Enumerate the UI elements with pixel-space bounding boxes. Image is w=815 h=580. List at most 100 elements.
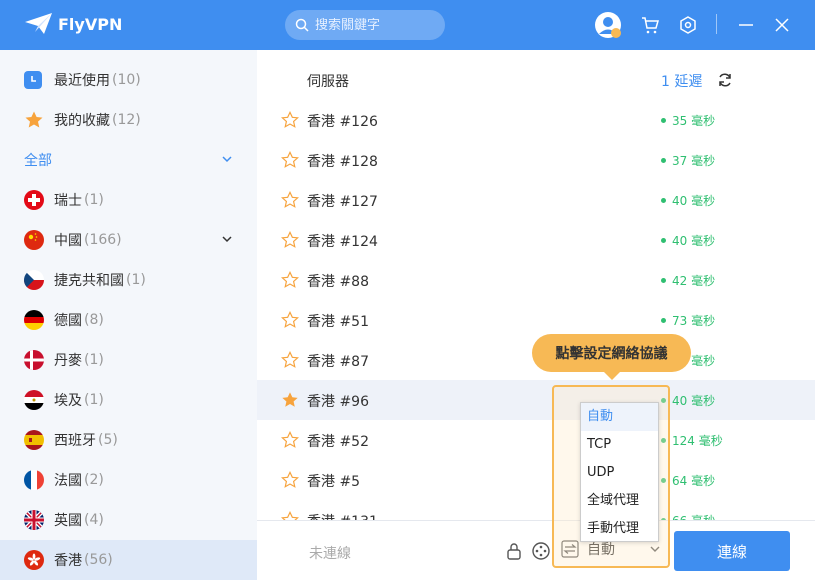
server-row[interactable]: 香港 #5 64 毫秒	[257, 460, 815, 500]
sidebar-item-count: (166)	[84, 232, 122, 248]
server-row[interactable]: 香港 #127 40 毫秒	[257, 180, 815, 220]
egypt-flag-icon	[24, 390, 44, 410]
sidebar-item-label: 丹麥	[54, 353, 82, 369]
dropdown-option-tcp[interactable]: TCP	[581, 431, 658, 459]
dropdown-option-auto[interactable]: 自動	[581, 403, 658, 431]
server-latency: 73 毫秒	[661, 312, 715, 329]
server-name: 香港 #88	[307, 274, 369, 290]
close-button[interactable]	[770, 13, 794, 37]
star-outline-icon[interactable]	[281, 271, 299, 289]
sidebar-item-count: (4)	[84, 512, 104, 528]
star-outline-icon[interactable]	[281, 191, 299, 209]
sidebar-item-count: (1)	[84, 392, 104, 408]
app-logo: FlyVPN	[24, 12, 122, 36]
server-name: 香港 #124	[307, 234, 378, 250]
close-icon	[775, 18, 789, 32]
star-filled-icon[interactable]	[281, 391, 299, 409]
star-outline-icon[interactable]	[281, 511, 299, 520]
sidebar-item-china[interactable]: 中國 (166)	[0, 220, 257, 260]
star-outline-icon[interactable]	[281, 151, 299, 169]
star-outline-icon[interactable]	[281, 111, 299, 129]
minimize-button[interactable]	[734, 13, 758, 37]
server-name: 香港 #128	[307, 154, 378, 170]
server-row[interactable]: 香港 #131 66 毫秒	[257, 500, 815, 520]
sidebar-item-hongkong[interactable]: 香港 (56)	[0, 540, 257, 580]
switzerland-flag-icon	[24, 190, 44, 210]
sidebar-item-egypt[interactable]: 埃及 (1)	[0, 380, 257, 420]
settings-button[interactable]	[676, 13, 700, 37]
server-name: 香港 #5	[307, 474, 361, 490]
connect-button[interactable]: 連線	[674, 531, 790, 571]
sidebar-item-recent[interactable]: 最近使用 (10)	[0, 60, 257, 100]
sidebar-item-spain[interactable]: 西班牙 (5)	[0, 420, 257, 460]
sidebar-item-label: 西班牙	[54, 433, 96, 449]
protocol-dropdown: 自動 TCP UDP 全域代理 手動代理	[580, 402, 659, 542]
sidebar-item-count: (8)	[84, 312, 104, 328]
sidebar-item-switzerland[interactable]: 瑞士 (1)	[0, 180, 257, 220]
server-row[interactable]: 香港 #51 73 毫秒	[257, 300, 815, 340]
denmark-flag-icon	[24, 350, 44, 370]
sidebar-item-count: (5)	[98, 432, 118, 448]
sidebar-item-count: (56)	[84, 552, 113, 568]
gear-icon	[680, 16, 696, 34]
server-row[interactable]: 香港 #52 124 毫秒	[257, 420, 815, 460]
server-name: 香港 #127	[307, 194, 378, 210]
paper-plane-icon	[25, 13, 52, 34]
chevron-down-icon[interactable]	[221, 153, 233, 165]
search-input[interactable]	[315, 17, 433, 33]
sidebar-item-czech[interactable]: 捷克共和國 (1)	[0, 260, 257, 300]
sidebar-item-germany[interactable]: 德國 (8)	[0, 300, 257, 340]
server-row-selected[interactable]: 香港 #96 40 毫秒	[257, 380, 815, 420]
cart-icon	[642, 17, 659, 34]
star-outline-icon[interactable]	[281, 471, 299, 489]
china-flag-icon	[24, 230, 44, 250]
sidebar-item-favorites[interactable]: 我的收藏 (12)	[0, 100, 257, 140]
sidebar-item-uk[interactable]: 英國 (4)	[0, 500, 257, 540]
chevron-down-icon[interactable]	[221, 233, 233, 245]
latency-sort-header[interactable]: 1 延遲	[661, 71, 702, 91]
clock-icon	[24, 71, 42, 89]
search-box[interactable]	[285, 10, 445, 40]
sidebar-item-denmark[interactable]: 丹麥 (1)	[0, 340, 257, 380]
gamepad-icon[interactable]	[531, 541, 551, 561]
hongkong-flag-icon	[24, 550, 44, 570]
server-row[interactable]: 香港 #124 40 毫秒	[257, 220, 815, 260]
server-latency: 40 毫秒	[661, 192, 715, 209]
avatar[interactable]	[594, 11, 622, 39]
star-outline-icon[interactable]	[281, 351, 299, 369]
dropdown-option-udp[interactable]: UDP	[581, 459, 658, 487]
bottom-bar: 未連線 自動 連線	[257, 520, 815, 580]
server-column-header: 伺服器	[307, 74, 349, 90]
sidebar-item-count: (1)	[84, 352, 104, 368]
server-latency: 37 毫秒	[661, 152, 715, 169]
server-name: 香港 #131	[307, 511, 378, 520]
sidebar-item-count: (1)	[84, 192, 104, 208]
user-avatar-icon	[595, 12, 621, 38]
server-row[interactable]: 香港 #126 35 毫秒	[257, 100, 815, 140]
star-outline-icon[interactable]	[281, 231, 299, 249]
title-separator	[716, 14, 717, 34]
list-header: 伺服器 1 延遲	[257, 60, 815, 100]
sidebar-item-count: (12)	[112, 112, 141, 128]
sidebar-item-all[interactable]: 全部	[0, 140, 257, 180]
minimize-icon	[739, 24, 753, 26]
sidebar-item-label: 捷克共和國	[54, 273, 124, 289]
server-name: 香港 #126	[307, 114, 378, 130]
dropdown-option-manual-proxy[interactable]: 手動代理	[581, 515, 658, 543]
france-flag-icon	[24, 470, 44, 490]
server-row[interactable]: 香港 #88 42 毫秒	[257, 260, 815, 300]
lock-icon[interactable]	[504, 541, 524, 561]
star-icon	[25, 111, 43, 128]
sidebar-item-france[interactable]: 法國 (2)	[0, 460, 257, 500]
sidebar-item-label: 最近使用	[54, 73, 110, 89]
server-name: 香港 #96	[307, 394, 369, 410]
star-outline-icon[interactable]	[281, 311, 299, 329]
dropdown-option-global-proxy[interactable]: 全域代理	[581, 487, 658, 515]
server-row[interactable]: 香港 #128 37 毫秒	[257, 140, 815, 180]
server-name: 香港 #87	[307, 354, 369, 370]
cart-button[interactable]	[638, 13, 662, 37]
star-outline-icon[interactable]	[281, 431, 299, 449]
sidebar-item-count: (1)	[126, 272, 146, 288]
refresh-icon[interactable]	[717, 72, 733, 88]
sidebar-item-label: 全部	[24, 153, 52, 169]
